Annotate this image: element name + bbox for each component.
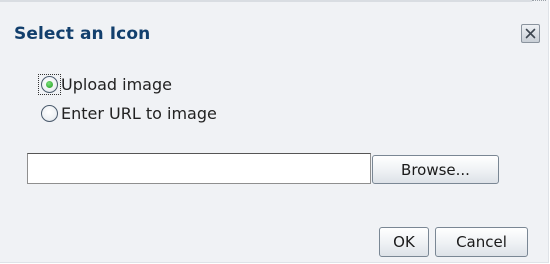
radio-button-upload[interactable] — [41, 76, 58, 93]
ok-button[interactable]: OK — [379, 227, 429, 257]
close-x-icon — [525, 28, 536, 39]
radio-upload-image[interactable]: Upload image — [41, 75, 172, 94]
dialog-top-border — [0, 0, 532, 2]
select-icon-dialog: Select an Icon Upload image Enter URL to… — [0, 0, 549, 263]
cancel-button[interactable]: Cancel — [435, 227, 528, 257]
close-button[interactable] — [521, 24, 540, 43]
corner-dots — [532, 0, 546, 5]
browse-button[interactable]: Browse... — [372, 155, 499, 184]
dialog-title: Select an Icon — [14, 24, 151, 44]
file-path-input[interactable] — [27, 153, 371, 184]
radio-enter-url[interactable]: Enter URL to image — [41, 104, 217, 123]
radio-label-upload: Upload image — [61, 75, 172, 94]
radio-label-url: Enter URL to image — [61, 104, 217, 123]
radio-button-url[interactable] — [41, 105, 58, 122]
